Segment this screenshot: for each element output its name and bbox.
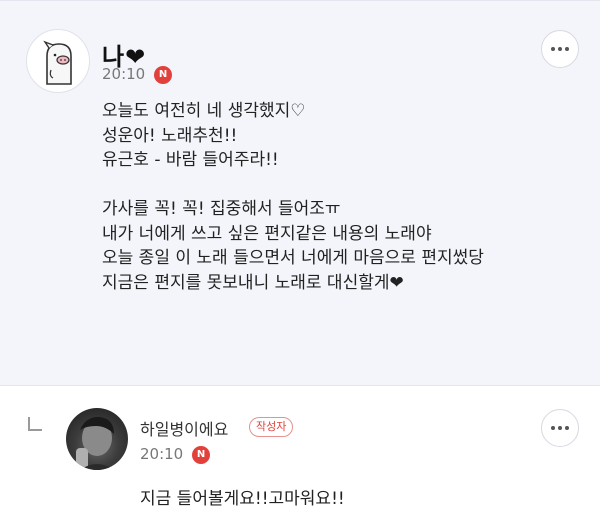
new-badge: N [192,446,210,464]
avatar[interactable] [26,29,90,93]
comment-line: 유근호 - 바람 들어주라!! [102,150,279,170]
dot-icon [565,47,569,51]
reply-arrow-icon [28,417,42,431]
dot-icon [565,426,569,430]
avatar[interactable] [66,408,128,470]
comment-body: 오늘도 여전히 네 생각했지♡ 성운아! 노래추천!! 유근호 - 바람 들어주… [102,99,582,295]
comment-line: 오늘도 여전히 네 생각했지♡ [102,101,306,121]
reply-author[interactable]: 하일병이에요 [140,416,228,440]
dot-icon [558,47,562,51]
reply-time: 20:10 [140,445,184,463]
comment-line: 오늘 종일 이 노래 들으면서 너에게 마음으로 편지썼당 [102,248,484,268]
comment-time: 20:10 [102,65,146,83]
comment-line: 가사를 꼭! 꼭! 집중해서 들어조ㅠ [102,199,341,219]
new-badge: N [154,66,172,84]
more-options-button[interactable] [541,409,579,447]
profile-photo-icon [76,416,114,470]
comment-line [102,173,582,198]
dot-icon [551,47,555,51]
comment-line: 지금은 편지를 못보내니 노래로 대신할게❤ [102,272,404,293]
more-options-button[interactable] [541,30,579,68]
comment-card: 나❤ 20:10 N 오늘도 여전히 네 생각했지♡ 성운아! 노래추천!! 유… [0,0,600,386]
comment-line: 내가 너에게 쓰고 싶은 편지같은 내용의 노래야 [102,223,432,244]
dot-icon [558,426,562,430]
comment-line: 성운아! 노래추천!! [102,125,238,146]
dot-icon [551,426,555,430]
pig-mascot-icon [43,40,72,85]
author-tag: 작성자 [249,417,294,437]
reply-card: 하일병이에요 작성자 20:10 N 지금 들어볼게요!!고마워요!! [0,387,600,528]
reply-body: 지금 들어볼게요!!고마워요!! [140,489,345,509]
